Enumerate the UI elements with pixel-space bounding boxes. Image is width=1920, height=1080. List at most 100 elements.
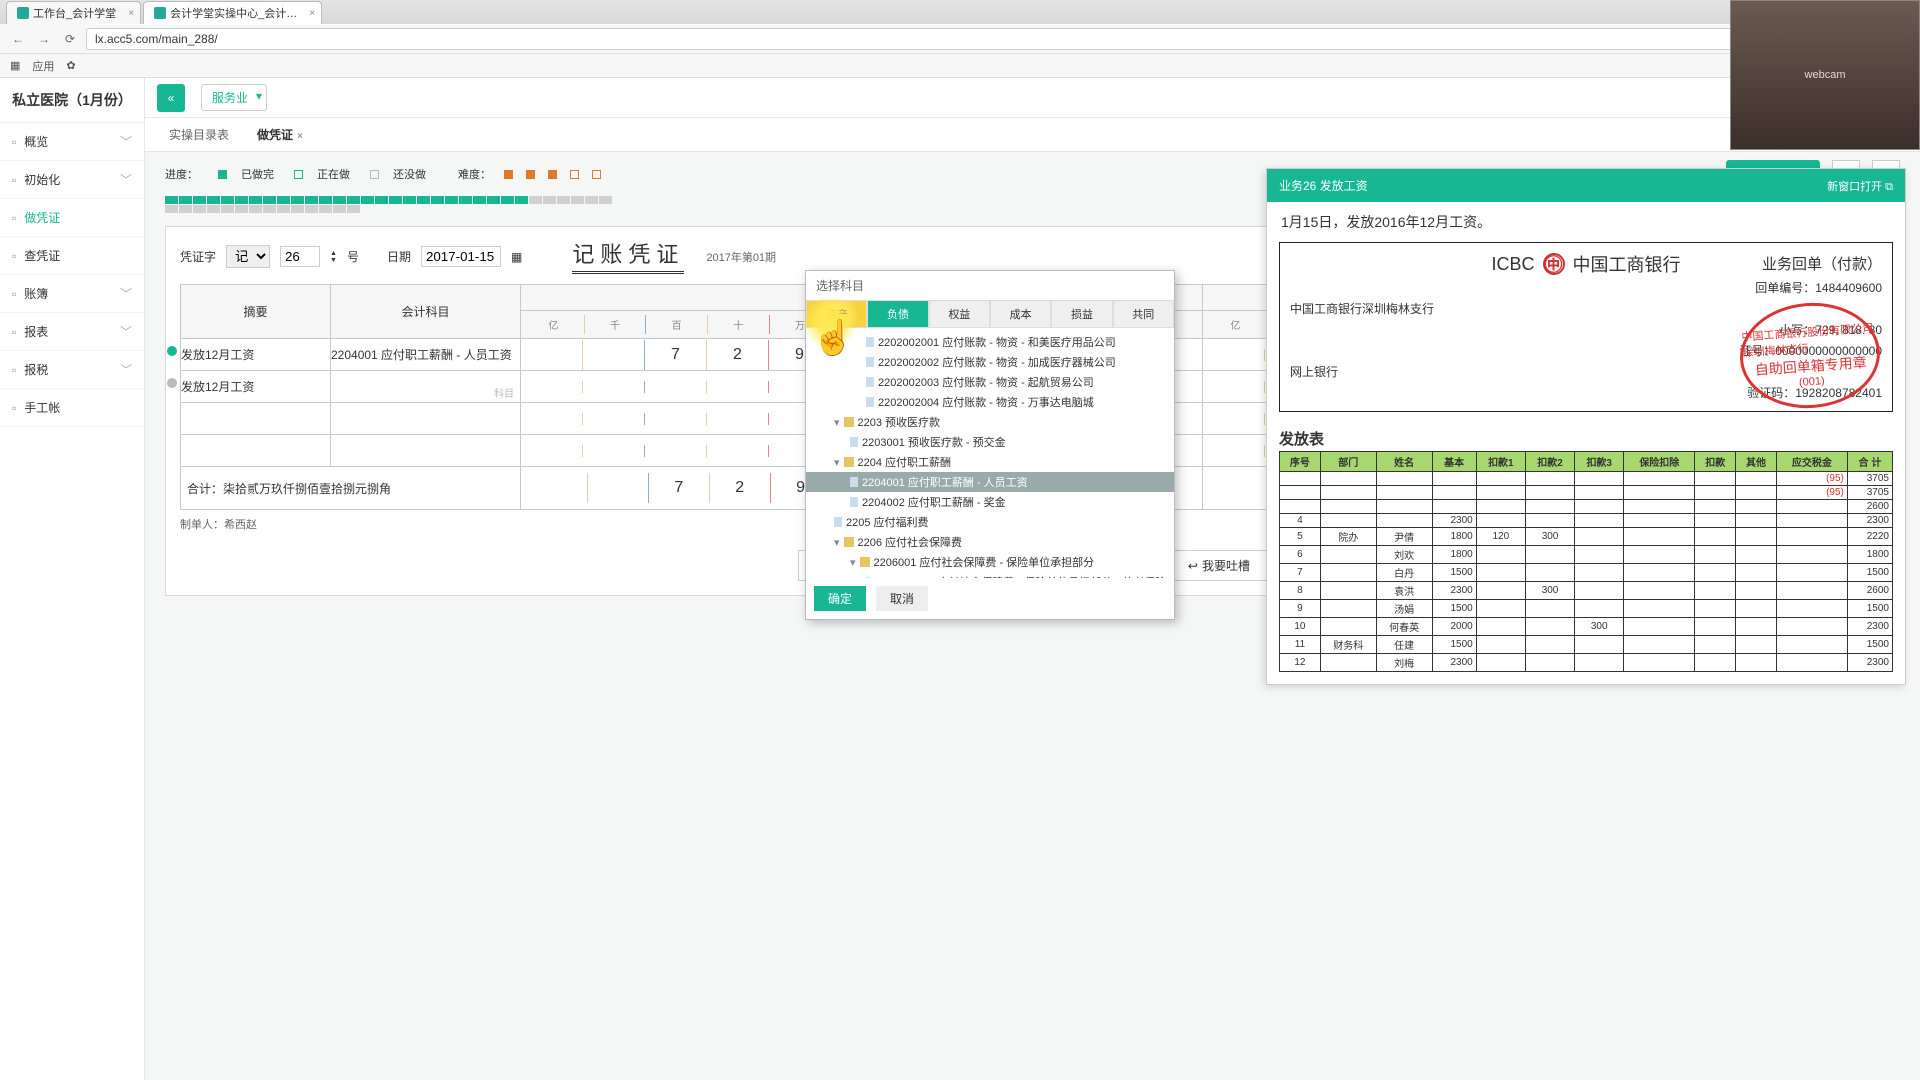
open-new-window-button[interactable]: 新窗口打开 ⧉ (1827, 178, 1893, 194)
tree-node[interactable]: 2202002002 应付账款 - 物资 - 加成医疗器械公司 (806, 352, 1174, 372)
salary-cell: 1500 (1847, 564, 1892, 582)
sidebar-item[interactable]: ▫手工帐 (0, 389, 144, 427)
tree-node-label: 2206 应付社会保障费 (858, 534, 963, 550)
collapse-sidebar-button[interactable]: « (157, 84, 185, 112)
voucher-summary-cell[interactable]: 发放12月工资 (181, 339, 331, 371)
close-icon[interactable]: × (128, 8, 134, 19)
salary-cell: 汤娟 (1376, 600, 1432, 618)
voucher-subject-cell[interactable]: 科目 (331, 371, 521, 403)
reload-icon[interactable]: ⟳ (60, 29, 80, 49)
picker-tab[interactable]: 成本 (990, 300, 1051, 328)
sidebar-item[interactable]: ▫概览﹀ (0, 123, 144, 161)
voucher-date-input[interactable] (421, 246, 501, 267)
tree-node[interactable]: 2204002 应付职工薪酬 - 奖金 (806, 492, 1174, 512)
salary-cell (1525, 546, 1574, 564)
sidebar-item[interactable]: ▫报表﹀ (0, 313, 144, 351)
folder-icon (844, 417, 854, 427)
salary-cell: 3705 (1847, 486, 1892, 500)
tree-node[interactable]: 2203001 预收医疗款 - 预交金 (806, 432, 1174, 452)
difficulty-label: 难度： (458, 166, 491, 182)
tree-node[interactable]: 2204001 应付职工薪酬 - 人员工资 (806, 472, 1174, 492)
picker-tab[interactable]: 权益 (929, 300, 990, 328)
picker-tab[interactable]: 资产 (806, 300, 867, 328)
menu-icon: ▫ (12, 401, 16, 415)
salary-cell (1736, 636, 1777, 654)
voucher-period: 2017年第01期 (706, 249, 776, 265)
voucher-summary-cell[interactable]: 发放12月工资 (181, 371, 331, 403)
salary-cell (1776, 528, 1847, 546)
tree-node[interactable]: 2202002001 应付账款 - 物资 - 和美医疗用品公司 (806, 332, 1174, 352)
feedback-button[interactable]: ↩ 我要吐槽 (1171, 550, 1267, 581)
salary-cell: 2300 (1847, 618, 1892, 636)
close-icon[interactable]: × (309, 8, 315, 19)
salary-cell (1376, 472, 1432, 486)
voucher-summary-cell[interactable] (181, 435, 331, 467)
diff-star-icon (548, 170, 557, 179)
doc-tab[interactable]: 实操目录表 (165, 118, 233, 151)
menu-icon: ▫ (12, 173, 16, 187)
voucher-title: 记账凭证 (572, 237, 684, 274)
salary-cell: 刘梅 (1376, 654, 1432, 672)
voucher-word-select[interactable]: 记 (226, 245, 270, 268)
tree-node[interactable]: 2202002004 应付账款 - 物资 - 万事达电脑城 (806, 392, 1174, 412)
doc-tab-label: 实操目录表 (169, 128, 229, 142)
diff-star-icon (592, 170, 601, 179)
favicon (17, 7, 29, 19)
close-icon[interactable]: × (297, 131, 303, 142)
salary-cell (1525, 514, 1574, 528)
salary-cell: 1500 (1432, 600, 1476, 618)
back-icon[interactable]: ← (8, 29, 28, 49)
tree-node[interactable]: ▾2206001 应付社会保障费 - 保险单位承担部分 (806, 552, 1174, 572)
voucher-number-input[interactable] (280, 246, 320, 267)
tree-node[interactable]: ▾2203 预收医疗款 (806, 412, 1174, 432)
bookmarks-apps[interactable]: 应用 (32, 58, 54, 74)
file-icon (850, 437, 858, 447)
sidebar-item[interactable]: ▫做凭证 (0, 199, 144, 237)
salary-cell (1525, 618, 1574, 636)
chevron-down-icon: ﹀ (120, 285, 132, 302)
picker-tab[interactable]: 损益 (1051, 300, 1112, 328)
menu-icon: ▫ (12, 211, 16, 225)
voucher-subject-cell[interactable]: 2204001 应付职工薪酬 - 人员工资 (331, 339, 521, 371)
picker-cancel-button[interactable]: 取消 (876, 586, 928, 611)
service-select[interactable]: 服务业 (201, 84, 267, 111)
salary-cell (1432, 472, 1476, 486)
sidebar-item[interactable]: ▫初始化﹀ (0, 161, 144, 199)
picker-ok-button[interactable]: 确定 (814, 586, 866, 611)
favicon (154, 7, 166, 19)
picker-tab[interactable]: 负债 (867, 300, 928, 328)
doc-tab[interactable]: 做凭证× (253, 118, 307, 151)
salary-cell (1575, 528, 1624, 546)
salary-cell (1736, 564, 1777, 582)
tree-node[interactable]: ▾2204 应付职工薪酬 (806, 452, 1174, 472)
apps-icon[interactable]: ▦ (10, 59, 20, 72)
tree-node[interactable]: ▾2206 应付社会保障费 (806, 532, 1174, 552)
voucher-summary-cell[interactable] (181, 403, 331, 435)
forward-icon[interactable]: → (34, 29, 54, 49)
voucher-subject-cell[interactable] (331, 435, 521, 467)
sidebar: 私立医院（1月份） ▫概览﹀▫初始化﹀▫做凭证▫查凭证▫账簿﹀▫报表﹀▫报税﹀▫… (0, 78, 145, 1080)
sidebar-item[interactable]: ▫查凭证 (0, 237, 144, 275)
browser-tab-1[interactable]: 工作台_会计学堂× (6, 1, 141, 24)
browser-tab-2[interactable]: 会计学堂实操中心_会计…× (143, 1, 322, 24)
tree-node[interactable]: 2202002003 应付账款 - 物资 - 起航贸易公司 (806, 372, 1174, 392)
salary-cell (1695, 582, 1736, 600)
salary-cell: 300 (1525, 528, 1574, 546)
picker-tree[interactable]: 2202002001 应付账款 - 物资 - 和美医疗用品公司 220200200… (806, 328, 1174, 578)
legend-not: 还没做 (393, 166, 426, 182)
salary-col: 保险扣除 (1624, 452, 1695, 472)
number-stepper[interactable]: ▲▼ (330, 250, 337, 264)
picker-tab[interactable]: 共同 (1113, 300, 1174, 328)
topbar: « 服务业 希西赵 (SVIP会员) (145, 78, 1920, 118)
tree-node-label: 2202002002 应付账款 - 物资 - 加成医疗器械公司 (878, 354, 1116, 370)
salary-cell: 5 (1280, 528, 1321, 546)
sidebar-item[interactable]: ▫报税﹀ (0, 351, 144, 389)
calendar-icon[interactable]: ▦ (511, 250, 522, 264)
bookmark-item[interactable]: ✿ (66, 59, 75, 72)
url-bar[interactable]: lx.acc5.com/main_288/ (86, 28, 1912, 50)
sidebar-item[interactable]: ▫账簿﹀ (0, 275, 144, 313)
tree-node[interactable]: 2205 应付福利费 (806, 512, 1174, 532)
salary-cell (1320, 582, 1376, 600)
voucher-subject-cell[interactable] (331, 403, 521, 435)
salary-cell (1476, 654, 1525, 672)
